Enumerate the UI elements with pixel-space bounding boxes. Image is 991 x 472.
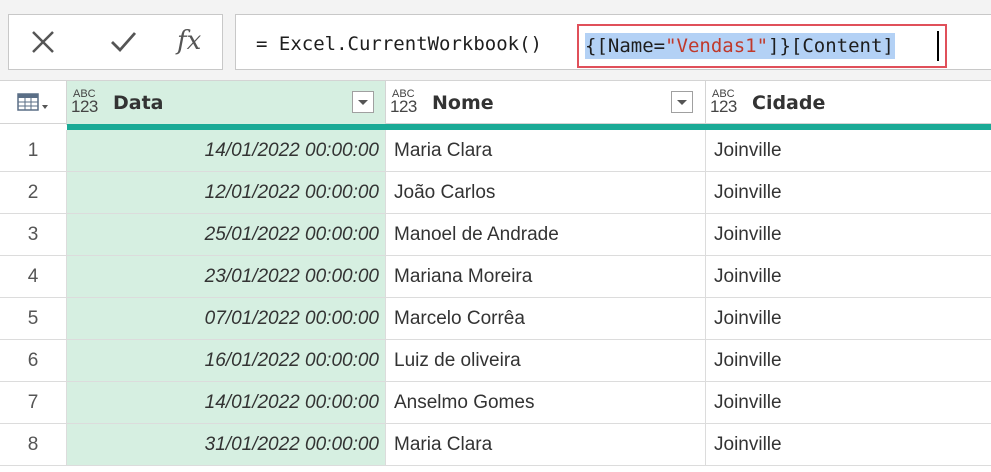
table-row: 2 12/01/2022 00:00:00 João Carlos Joinvi… bbox=[0, 172, 991, 214]
insert-function-button[interactable]: fx bbox=[169, 25, 209, 61]
row-number[interactable]: 8 bbox=[0, 424, 67, 466]
cell-cidade[interactable]: Joinville bbox=[706, 298, 991, 340]
cell-data[interactable]: 07/01/2022 00:00:00 bbox=[67, 298, 386, 340]
row-number[interactable]: 2 bbox=[0, 172, 67, 214]
cell-nome[interactable]: Manoel de Andrade bbox=[386, 214, 706, 256]
cell-cidade[interactable]: Joinville bbox=[706, 130, 991, 172]
chevron-down-icon bbox=[677, 100, 687, 105]
cell-data[interactable]: 23/01/2022 00:00:00 bbox=[67, 256, 386, 298]
column-title-nome: Nome bbox=[432, 92, 494, 114]
table-row: 3 25/01/2022 00:00:00 Manoel de Andrade … bbox=[0, 214, 991, 256]
formula-selected-string: "Vendas1" bbox=[665, 35, 769, 57]
row-number[interactable]: 4 bbox=[0, 256, 67, 298]
table-corner-menu[interactable] bbox=[0, 81, 67, 125]
fx-icon: fx bbox=[177, 26, 202, 56]
formula-selected-text: {[Name="Vendas1"]}[Content] bbox=[585, 33, 895, 59]
cell-nome[interactable]: Anselmo Gomes bbox=[386, 382, 706, 424]
cell-nome[interactable]: Maria Clara bbox=[386, 130, 706, 172]
filter-dropdown-nome[interactable] bbox=[671, 91, 693, 113]
cell-nome[interactable]: Maria Clara bbox=[386, 424, 706, 466]
data-grid: ABC 123 Data ABC 123 Nome ABC 123 Cidade… bbox=[0, 80, 991, 472]
table-row: 6 16/01/2022 00:00:00 Luiz de oliveira J… bbox=[0, 340, 991, 382]
column-header-data[interactable]: ABC 123 Data bbox=[67, 81, 386, 124]
cell-cidade[interactable]: Joinville bbox=[706, 256, 991, 298]
any-type-icon[interactable]: ABC 123 bbox=[710, 88, 744, 118]
table-row: 8 31/01/2022 00:00:00 Maria Clara Joinvi… bbox=[0, 424, 991, 466]
row-number[interactable]: 6 bbox=[0, 340, 67, 382]
any-type-icon[interactable]: ABC 123 bbox=[71, 88, 105, 118]
table-row: 4 23/01/2022 00:00:00 Mariana Moreira Jo… bbox=[0, 256, 991, 298]
column-header-cidade[interactable]: ABC 123 Cidade bbox=[706, 81, 991, 124]
cell-data[interactable]: 25/01/2022 00:00:00 bbox=[67, 214, 386, 256]
column-header-row: ABC 123 Data ABC 123 Nome ABC 123 Cidade bbox=[0, 80, 991, 125]
cell-data[interactable]: 16/01/2022 00:00:00 bbox=[67, 340, 386, 382]
cell-nome[interactable]: Luiz de oliveira bbox=[386, 340, 706, 382]
any-type-icon[interactable]: ABC 123 bbox=[390, 88, 424, 118]
cell-data[interactable]: 14/01/2022 00:00:00 bbox=[67, 130, 386, 172]
row-number[interactable]: 5 bbox=[0, 298, 67, 340]
checkmark-icon bbox=[111, 32, 137, 53]
formula-text: = Excel.CurrentWorkbook() bbox=[256, 33, 542, 55]
cell-data[interactable]: 12/01/2022 00:00:00 bbox=[67, 172, 386, 214]
filter-dropdown-data[interactable] bbox=[352, 91, 374, 113]
cell-nome[interactable]: Mariana Moreira bbox=[386, 256, 706, 298]
cancel-button[interactable] bbox=[23, 25, 63, 61]
cell-nome[interactable]: João Carlos bbox=[386, 172, 706, 214]
column-title-data: Data bbox=[113, 92, 164, 114]
column-header-nome[interactable]: ABC 123 Nome bbox=[386, 81, 706, 124]
table-row: 7 14/01/2022 00:00:00 Anselmo Gomes Join… bbox=[0, 382, 991, 424]
confirm-button[interactable] bbox=[103, 25, 143, 61]
cell-data[interactable]: 31/01/2022 00:00:00 bbox=[67, 424, 386, 466]
cell-cidade[interactable]: Joinville bbox=[706, 382, 991, 424]
close-x-icon bbox=[32, 31, 54, 53]
table-row: 5 07/01/2022 00:00:00 Marcelo Corrêa Joi… bbox=[0, 298, 991, 340]
table-menu-icon bbox=[17, 93, 48, 111]
row-number[interactable]: 3 bbox=[0, 214, 67, 256]
chevron-down-icon bbox=[358, 100, 368, 105]
table-row: 1 14/01/2022 00:00:00 Maria Clara Joinvi… bbox=[0, 130, 991, 172]
row-number[interactable]: 7 bbox=[0, 382, 67, 424]
formula-buttons: fx bbox=[8, 14, 223, 70]
cell-cidade[interactable]: Joinville bbox=[706, 172, 991, 214]
formula-bar: fx = Excel.CurrentWorkbook() {[Name="Ven… bbox=[0, 0, 991, 80]
cell-data[interactable]: 14/01/2022 00:00:00 bbox=[67, 382, 386, 424]
formula-selected-close: ]}[Content] bbox=[768, 35, 894, 57]
formula-selected-open: {[Name= bbox=[585, 35, 666, 57]
cell-cidade[interactable]: Joinville bbox=[706, 424, 991, 466]
cell-nome[interactable]: Marcelo Corrêa bbox=[386, 298, 706, 340]
text-caret bbox=[937, 31, 939, 61]
cell-cidade[interactable]: Joinville bbox=[706, 340, 991, 382]
cell-cidade[interactable]: Joinville bbox=[706, 214, 991, 256]
formula-highlight-box: {[Name="Vendas1"]}[Content] bbox=[577, 24, 947, 68]
row-number[interactable]: 1 bbox=[0, 130, 67, 172]
column-title-cidade: Cidade bbox=[752, 92, 826, 114]
